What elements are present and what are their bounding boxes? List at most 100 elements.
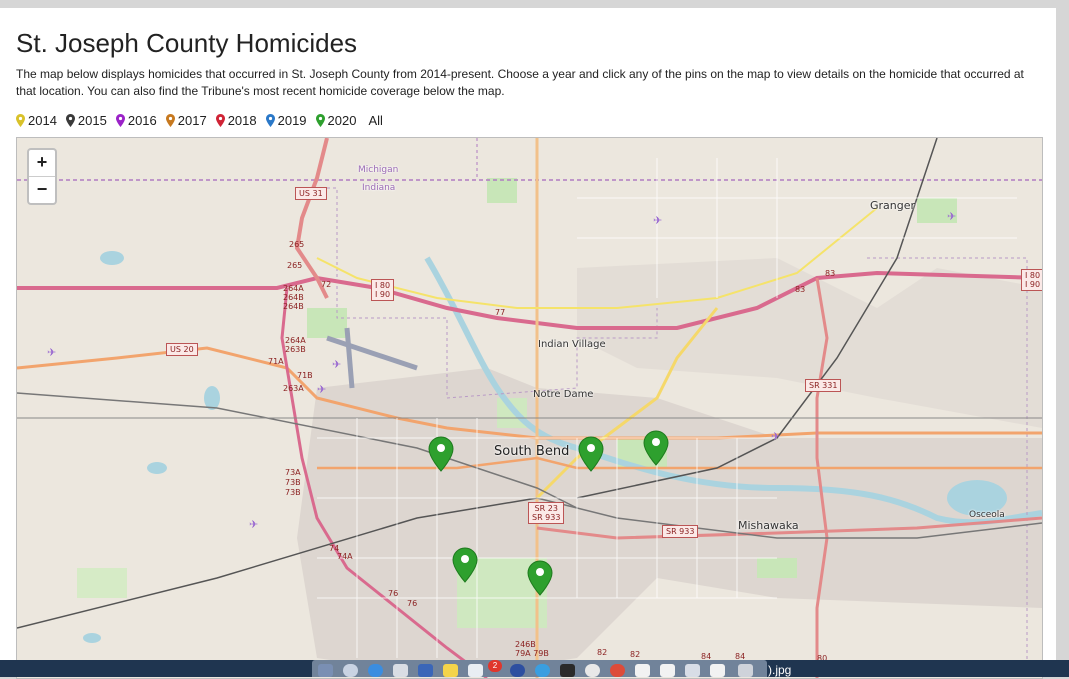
homicide-pin[interactable] (428, 436, 454, 472)
exit-label: 264A 263B (285, 336, 306, 354)
year-filter-2020[interactable]: 2020 (315, 112, 357, 128)
preview-icon[interactable] (468, 664, 483, 677)
map-pin-icon (115, 113, 125, 127)
route-shield-sr23-sr933: SR 23 SR 933 (528, 502, 565, 524)
launchpad-icon[interactable] (343, 664, 358, 677)
exit-label: 71A (268, 357, 284, 366)
trash-icon[interactable] (738, 664, 753, 677)
year-filter-all[interactable]: All (368, 113, 382, 128)
exit-label: 76 (388, 589, 399, 598)
svg-text:✈: ✈ (47, 347, 56, 359)
year-filter-2015[interactable]: 2015 (65, 112, 107, 128)
exit-label: 73A 73B 73B (285, 468, 301, 497)
year-filter-2016[interactable]: 2016 (115, 112, 157, 128)
label-mishawaka: Mishawaka (738, 519, 799, 532)
label-notre-dame: Notre Dame (533, 389, 594, 400)
map-pin-icon (16, 113, 25, 127)
year-filter-label: 2018 (227, 112, 257, 128)
safari-icon[interactable] (368, 664, 383, 677)
map-marker-icon (428, 436, 454, 472)
homicide-pin[interactable] (527, 560, 553, 596)
label-south-bend: South Bend (494, 444, 570, 459)
year-filter-2019[interactable]: 2019 (265, 112, 307, 128)
map-pin-icon (65, 113, 75, 127)
map-marker-icon (643, 430, 669, 466)
page-title: St. Joseph County Homicides (16, 28, 358, 58)
route-shield-sr933: SR 933 (662, 525, 699, 538)
notes-icon[interactable] (443, 664, 458, 677)
homicide-pin[interactable] (578, 436, 604, 472)
document-icon[interactable] (635, 664, 650, 677)
year-filter-label: 2017 (177, 112, 207, 128)
map-pin-icon (265, 113, 275, 127)
svg-text:✈: ✈ (317, 384, 326, 396)
dock-filename: ).jpg (768, 663, 792, 677)
year-filter-label: 2020 (327, 112, 357, 128)
label-indian-village: Indian Village (538, 339, 606, 350)
zoom-in-button[interactable]: + (29, 150, 55, 177)
year-filter-label: 2019 (277, 112, 307, 128)
exit-label: 82 (597, 648, 608, 657)
map-marker-icon (578, 436, 604, 472)
year-filter-2018[interactable]: 2018 (215, 112, 257, 128)
exit-label: 264A 264B 264B (283, 284, 304, 311)
svg-text:✈: ✈ (249, 519, 258, 531)
route-shield-i80-i90-east: I 80 I 90 (1021, 269, 1042, 291)
help-icon[interactable] (393, 664, 408, 677)
page-description: The map below displays homicides that oc… (16, 67, 1024, 98)
exit-label: 76 (407, 599, 418, 608)
terminal-icon[interactable] (560, 664, 575, 677)
exit-label: 74A (337, 552, 353, 561)
exit-label: 246B 79A 79B (515, 640, 549, 658)
zoom-control: + − (27, 148, 57, 205)
homicide-pin[interactable] (643, 430, 669, 466)
map-marker-icon (527, 560, 553, 596)
dock: 2 ).jpg (0, 660, 1069, 677)
route-shield-us31: US 31 (295, 187, 327, 200)
exit-label: 83 (825, 269, 836, 278)
year-filter-label: 2014 (28, 112, 57, 128)
label-michigan: Michigan (358, 165, 399, 175)
map-base-layer: ✈ ✈ ✈ ✈ ✈ ✈ ✈ (17, 138, 1042, 678)
app-icon[interactable] (535, 664, 550, 677)
year-filter-label: 2015 (77, 112, 107, 128)
year-filter-label: 2016 (127, 112, 157, 128)
route-shield-sr331: SR 331 (805, 379, 842, 392)
map[interactable]: ✈ ✈ ✈ ✈ ✈ ✈ ✈ + − Michigan Indiana Grang… (16, 137, 1043, 679)
zoom-out-button[interactable]: − (29, 177, 55, 203)
document-icon[interactable] (685, 664, 700, 677)
svg-text:✈: ✈ (771, 431, 780, 443)
exit-label: 82 (630, 650, 641, 659)
route-shield-i80-i90: I 80 I 90 (371, 279, 395, 301)
year-filter-2017[interactable]: 2017 (165, 112, 207, 128)
label-osceola: Osceola (969, 510, 1005, 520)
map-pin-icon (165, 113, 175, 127)
year-filter: 2014 2015 2016 2017 2018 2019 2020 All (16, 111, 392, 129)
chrome-icon[interactable] (610, 664, 625, 677)
app-icon[interactable] (510, 664, 525, 677)
year-filter-2014[interactable]: 2014 (16, 113, 57, 128)
document-icon[interactable] (710, 664, 725, 677)
document-icon[interactable] (660, 664, 675, 677)
exit-label: 263A (283, 384, 304, 393)
exit-label: 265 (289, 240, 305, 249)
exit-label: 77 (495, 308, 506, 317)
page: St. Joseph County Homicides The map belo… (0, 8, 1056, 679)
app-icon[interactable] (418, 664, 433, 677)
label-indiana: Indiana (362, 183, 396, 193)
homicide-pin[interactable] (452, 547, 478, 583)
route-shield-us20: US 20 (166, 343, 198, 356)
exit-label: 71B (297, 371, 313, 380)
exit-label: 265 (287, 261, 303, 270)
map-pin-icon (315, 113, 325, 127)
label-granger: Granger (870, 199, 916, 212)
exit-label: 83 (795, 285, 806, 294)
svg-text:✈: ✈ (947, 211, 956, 223)
finder-icon[interactable] (318, 664, 333, 677)
exit-label: 72 (321, 280, 332, 289)
map-pin-icon (215, 113, 225, 127)
notification-badge: 2 (488, 660, 502, 672)
svg-text:✈: ✈ (332, 359, 341, 371)
settings-icon[interactable] (585, 664, 600, 677)
map-marker-icon (452, 547, 478, 583)
